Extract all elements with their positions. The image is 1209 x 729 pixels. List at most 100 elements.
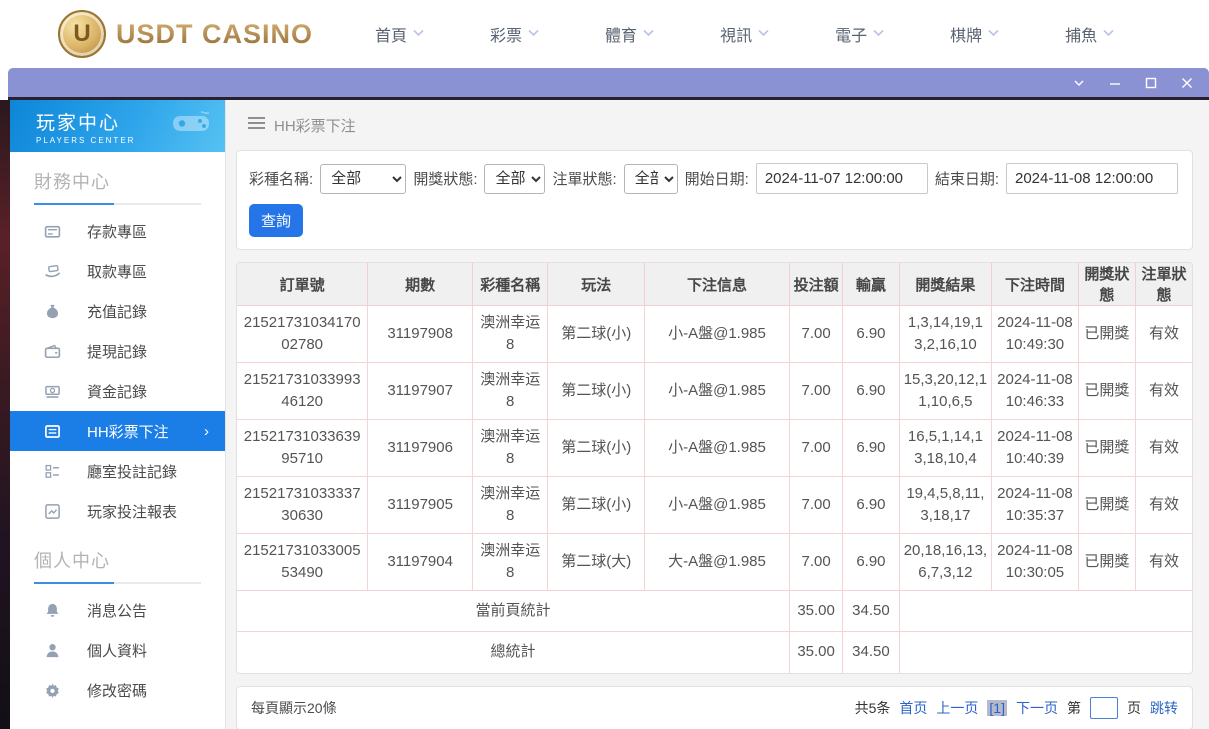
sidebar-item-label: 提現記錄 — [87, 343, 148, 361]
table-cell: 7.00 — [788, 419, 844, 477]
summary-win-loss: 34.50 — [842, 590, 900, 632]
sidebar-item-提現記錄[interactable]: 提現記錄 — [10, 331, 225, 371]
nav-item-5[interactable]: 棋牌 — [950, 22, 999, 46]
nav-item-3[interactable]: 視訊 — [720, 22, 769, 46]
report-icon — [44, 503, 61, 520]
brand-name: USDT CASINO — [116, 18, 314, 49]
table-cell: 1,3,14,19,13,2,16,10 — [898, 305, 993, 363]
query-button[interactable]: 查詢 — [249, 204, 303, 237]
nav-item-1[interactable]: 彩票 — [490, 22, 539, 46]
table-cell: 7.00 — [788, 533, 844, 591]
table-cell: 2152173103363995710 — [237, 419, 369, 477]
nav-item-6[interactable]: 捕魚 — [1065, 22, 1114, 46]
table-cell: 2024-11-08 10:46:33 — [991, 362, 1079, 420]
sidebar-item-label: 修改密碼 — [87, 682, 148, 700]
jump-button[interactable]: 跳转 — [1150, 698, 1178, 718]
nav-item-4[interactable]: 電子 — [835, 22, 884, 46]
summary-bet-total: 35.00 — [788, 631, 844, 673]
sidebar-item-label: 玩家投注報表 — [87, 503, 178, 521]
coin-logo-icon: U — [58, 10, 106, 58]
summary-row: 當前頁統計 35.00 34.50 — [237, 590, 1192, 632]
hamburger-icon[interactable] — [248, 116, 265, 134]
summary-label: 總統計 — [237, 631, 790, 673]
table-cell: 小-A盤@1.985 — [644, 305, 790, 363]
chevron-down-icon — [413, 28, 424, 40]
sidebar-item-資金記錄[interactable]: 資金記錄 — [10, 371, 225, 411]
sidebar-item-label: 取款專區 — [87, 263, 148, 281]
window-minimize-icon[interactable] — [1107, 75, 1123, 91]
nav-item-label: 首頁 — [375, 28, 408, 45]
table-cell: 已開獎 — [1077, 419, 1137, 477]
sidebar-item-消息公告[interactable]: 消息公告 — [10, 590, 225, 630]
nav-item-label: 體育 — [605, 28, 638, 45]
end-date-input[interactable] — [1006, 163, 1178, 194]
table-cell: 31197904 — [367, 533, 473, 591]
summary-bet-total: 35.00 — [788, 590, 844, 632]
total-count-text: 共5条 — [854, 699, 891, 716]
sidebar-item-個人資料[interactable]: 個人資料 — [10, 630, 225, 670]
table-row: 2152173103417002780 31197908 澳洲幸运8 第二球(小) 小-… — [237, 305, 1192, 363]
chevron-down-icon — [643, 28, 654, 40]
table-cell: 澳洲幸运8 — [471, 476, 549, 534]
sidebar-item-HH彩票下注[interactable]: HH彩票下注 › — [10, 411, 225, 451]
table-cell: 已開獎 — [1077, 533, 1137, 591]
prev-page-link[interactable]: 上一页 — [936, 698, 978, 718]
chevron-down-icon — [873, 28, 884, 40]
table-cell: 31197905 — [367, 476, 473, 534]
nav-item-0[interactable]: 首頁 — [375, 22, 424, 46]
table-cell: 第二球(小) — [547, 305, 646, 363]
brand-logo[interactable]: U USDT CASINO — [58, 10, 313, 58]
next-page-link[interactable]: 下一页 — [1016, 698, 1058, 718]
sidebar-item-廳室投註記錄[interactable]: 廳室投註記錄 — [10, 451, 225, 491]
sidebar-item-label: 廳室投註記錄 — [87, 463, 178, 481]
sidebar: 玩家中心 PLAYERS CENTER 財務中心 存款專區 取款專區 充值記錄 提現記錄… — [10, 100, 226, 729]
table-cell: 第二球(小) — [547, 362, 646, 420]
chevron-down-icon — [1103, 28, 1114, 40]
window-close-icon[interactable] — [1179, 75, 1195, 91]
first-page-link[interactable]: 首页 — [899, 698, 927, 718]
table-cell: 已開獎 — [1077, 305, 1137, 363]
jump-page-input[interactable] — [1090, 696, 1118, 719]
order-status-select[interactable]: 全部 — [623, 163, 678, 194]
nav-item-2[interactable]: 體育 — [605, 22, 654, 46]
table-cell: 澳洲幸运8 — [471, 419, 549, 477]
start-date-input[interactable] — [755, 163, 928, 194]
table-cell: 2024-11-08 10:35:37 — [991, 476, 1079, 534]
section-underline — [34, 582, 201, 584]
bets-table-panel: 訂單號 期數 彩種名稱 玩法 下注信息 投注額 輸贏 開獎結果 下注時間 開獎狀態 注單狀態 215… — [236, 262, 1193, 674]
table-cell: 2152173103399346120 — [237, 362, 369, 420]
table-cell: 6.90 — [842, 476, 900, 534]
user-icon — [44, 642, 61, 659]
summary-empty-cell — [898, 590, 1192, 632]
table-cell: 16,5,1,14,13,18,10,4 — [898, 419, 993, 477]
sidebar-item-玩家投注報表[interactable]: 玩家投注報表 — [10, 491, 225, 531]
breadcrumb-label: HH彩票下注 — [274, 117, 356, 135]
table-cell: 31197907 — [367, 362, 473, 420]
sidebar-item-取款專區[interactable]: 取款專區 — [10, 251, 225, 291]
column-header: 下注信息 — [644, 263, 790, 306]
desktop-background-strip — [0, 100, 10, 729]
table-cell: 第二球(大) — [547, 533, 646, 591]
table-cell: 6.90 — [842, 533, 900, 591]
table-cell: 有效 — [1135, 362, 1192, 420]
column-header: 彩種名稱 — [471, 263, 549, 306]
chevron-down-icon — [988, 28, 999, 40]
column-header: 投注額 — [788, 263, 844, 306]
sidebar-item-存款專區[interactable]: 存款專區 — [10, 211, 225, 251]
sidebar-banner: 玩家中心 PLAYERS CENTER — [10, 100, 225, 152]
draw-status-select[interactable]: 全部 — [484, 163, 546, 194]
lottery-icon — [44, 423, 61, 440]
nav-item-label: 彩票 — [490, 28, 523, 45]
window-maximize-icon[interactable] — [1143, 75, 1159, 91]
lottery-name-select[interactable]: 全部 — [320, 163, 407, 194]
column-header: 開獎狀態 — [1077, 263, 1137, 306]
hall-icon — [44, 463, 61, 480]
table-cell: 小-A盤@1.985 — [644, 419, 790, 477]
breadcrumb: HH彩票下注 — [236, 100, 1193, 150]
window-collapse-icon[interactable] — [1071, 75, 1087, 91]
sidebar-item-充值記錄[interactable]: 充值記錄 — [10, 291, 225, 331]
table-cell: 31197906 — [367, 419, 473, 477]
sidebar-item-修改密碼[interactable]: 修改密碼 — [10, 670, 225, 710]
table-row: 2152173103300553490 31197904 澳洲幸运8 第二球(大) 大-… — [237, 533, 1192, 591]
summary-win-loss: 34.50 — [842, 631, 900, 673]
